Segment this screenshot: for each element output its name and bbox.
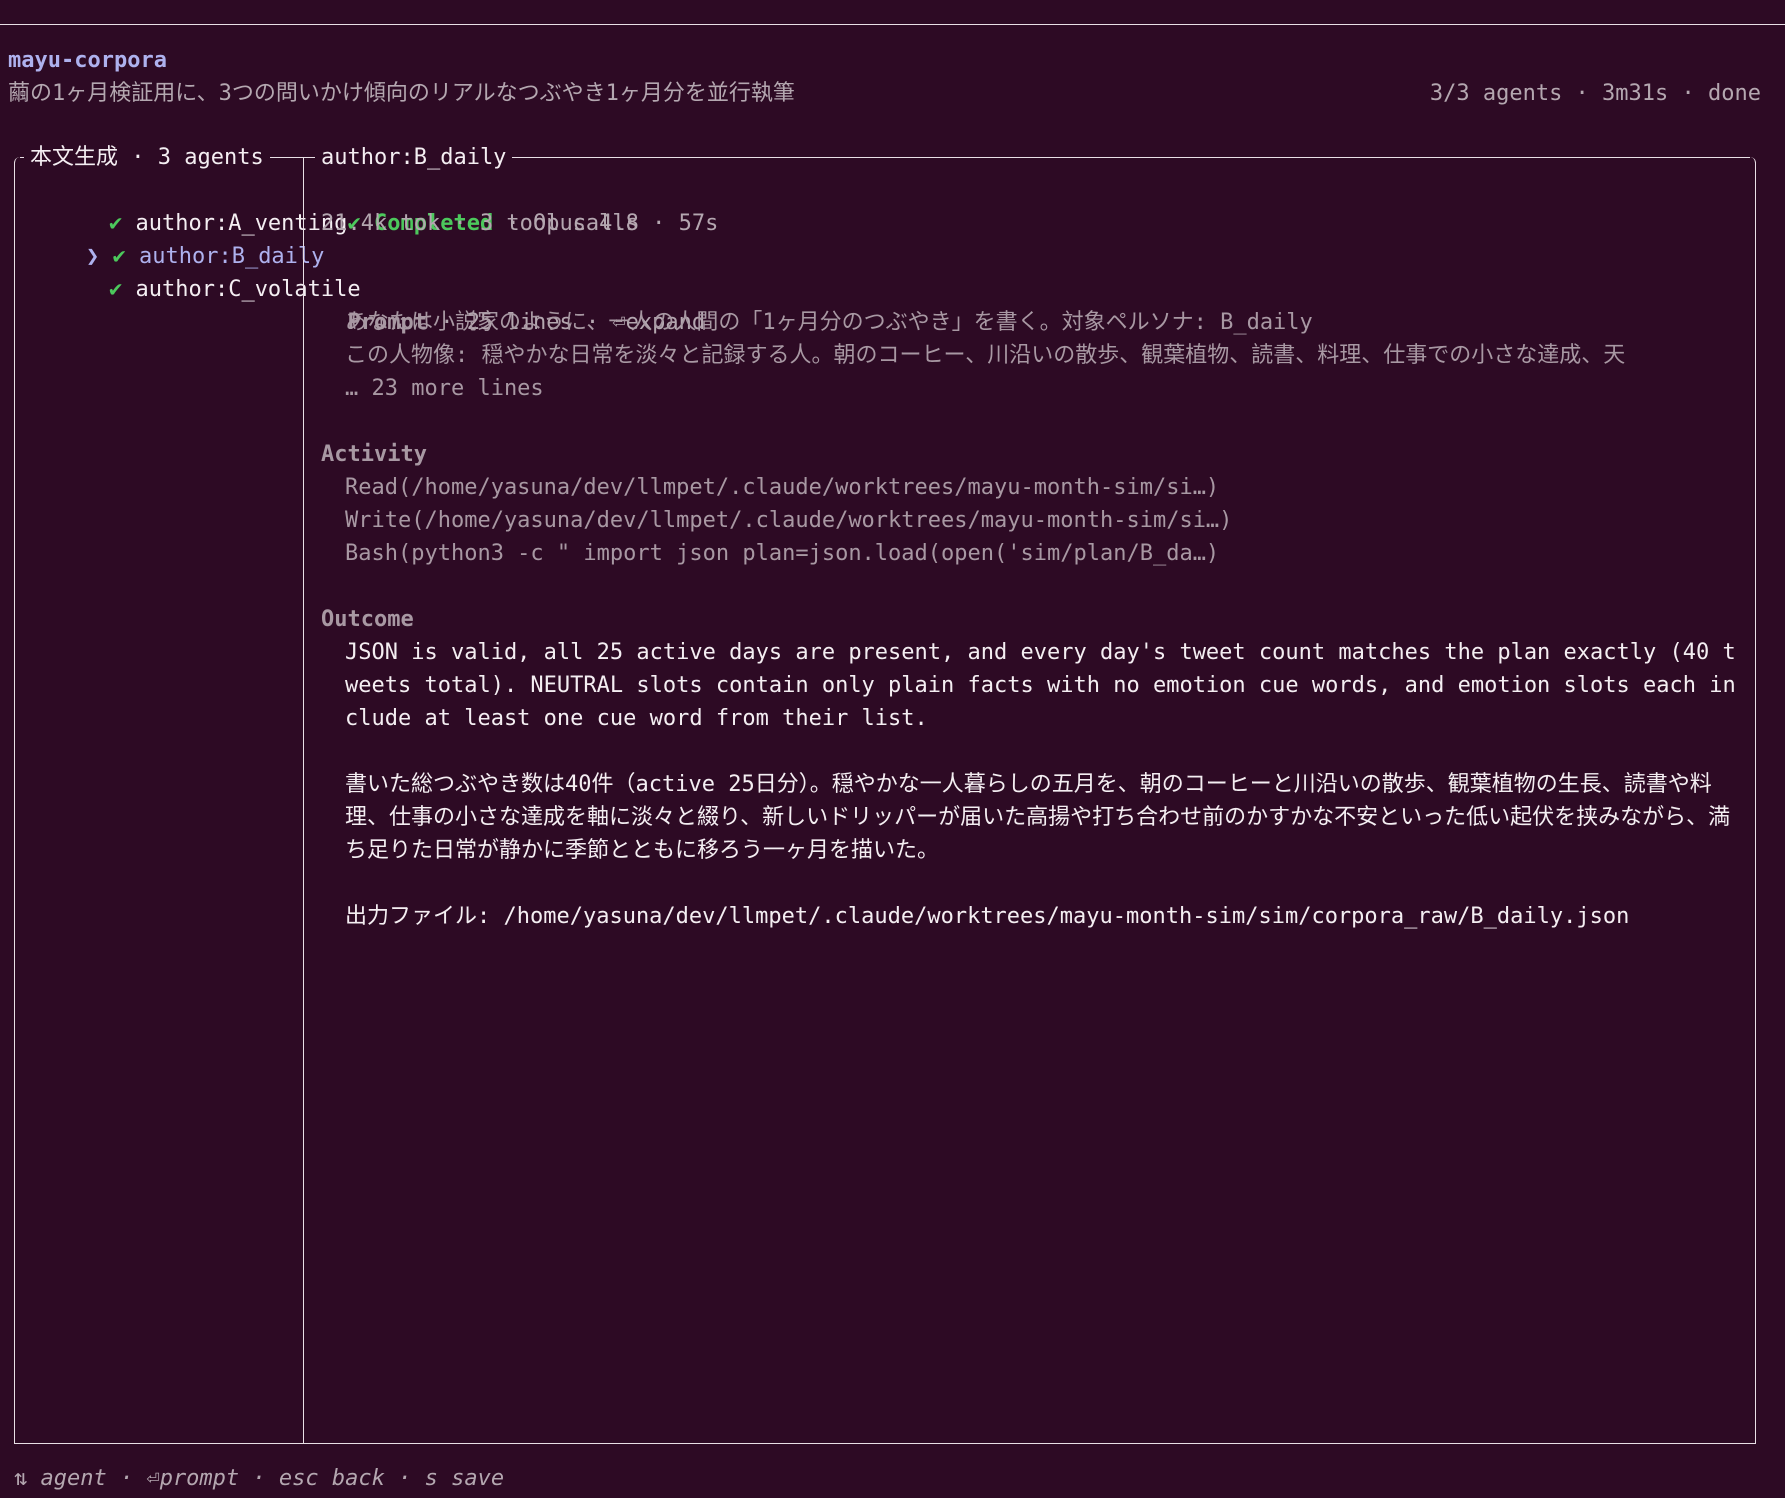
outcome-heading: Outcome [321,607,414,632]
agent-list-title: 本文生成 · 3 agents [24,141,270,174]
check-icon: ✔ [108,277,123,302]
activity-item: Read(/home/yasuna/dev/llmpet/.claude/wor… [345,475,1220,500]
top-divider [0,24,1785,25]
detail-title: author:B_daily [315,141,513,174]
activity-heading: Activity [321,442,427,467]
detail-top-border [304,157,1750,158]
activity-item: Bash(python3 -c " import json plan=json.… [345,541,1220,566]
agent-list-panel [14,157,304,1444]
outcome-summary-en: JSON is valid, all 25 active days are pr… [345,640,1736,731]
prompt-more-lines: … 23 more lines [345,376,544,401]
prompt-line: あなたは小説家のように、一人の人間の「1ヶ月分のつぶやき」を書く。対象ペルソナ:… [345,310,1313,335]
output-file-path: 出力ファイル: /home/yasuna/dev/llmpet/.claude/… [345,904,1630,929]
outcome-summary-ja: 書いた総つぶやき数は40件（active 25日分）。穏やかな一人暮らしの五月を… [345,772,1731,863]
app-title: mayu-corpora [8,48,167,73]
keybinding-hints: ⇅ agent · ⏎prompt · esc back · s save [14,1466,505,1491]
run-status: 3/3 agents · 3m31s · done [1429,81,1761,106]
task-description: 繭の1ヶ月検証用に、3つの問いかけ傾向のリアルなつぶやき1ヶ月分を並行執筆 [8,81,795,106]
activity-item: Write(/home/yasuna/dev/llmpet/.claude/wo… [345,508,1233,533]
prompt-line: この人物像: 穏やかな日常を淡々と記録する人。朝のコーヒー、川沿いの散歩、観葉植… [345,343,1626,368]
agent-stats: 21.4k tok · 3 tool calls · 57s [321,211,719,236]
